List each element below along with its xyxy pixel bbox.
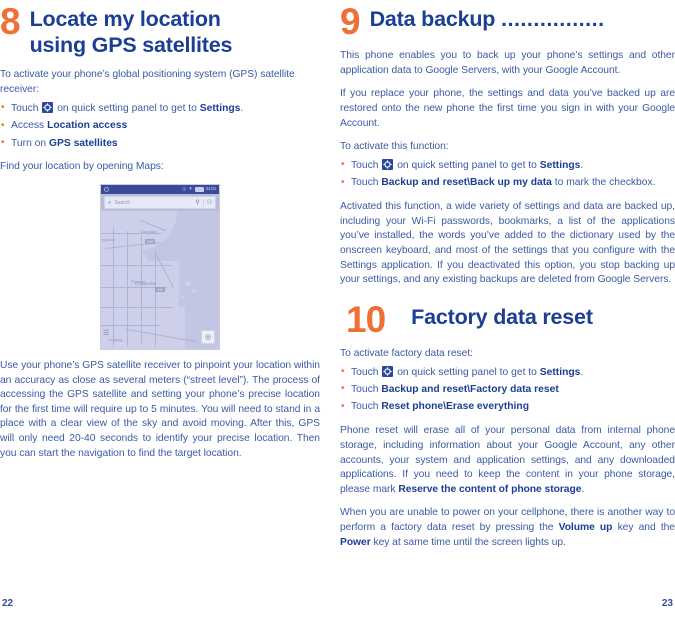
map-place-label: Chuansha bbox=[135, 281, 156, 287]
bullet-mid: on quick setting panel to get to bbox=[54, 102, 200, 114]
map-canvas[interactable]: G40 S20 ngzhou Gaoqiao Pudong Chuansha L… bbox=[101, 211, 219, 350]
maps-screenshot-figure: ◎ ▼ 21:01 ⌕ Search ⚲ ⚇ G40 S20 ngzhou Ga… bbox=[0, 184, 320, 351]
section-8-bullet-list: Touch on quick setting panel to get to S… bbox=[0, 101, 320, 152]
section-10-paragraph-1: Phone reset will erase all of your perso… bbox=[340, 424, 675, 497]
bullet-prefix: Touch bbox=[351, 383, 382, 395]
paragraph-bold: Power bbox=[340, 536, 371, 548]
section-9-paragraph-2: If you replace your phone, the settings … bbox=[340, 88, 675, 129]
map-place-label: Lugang bbox=[109, 337, 123, 343]
maps-app-screenshot: ◎ ▼ 21:01 ⌕ Search ⚲ ⚇ G40 S20 ngzhou Ga… bbox=[100, 184, 220, 351]
bullet-bold: GPS satellites bbox=[48, 137, 118, 149]
section-10-heading: 10 Factory data reset bbox=[340, 298, 675, 340]
section-9-bullet-list: Touch on quick setting panel to get to S… bbox=[340, 158, 675, 191]
bullet-bold: Settings bbox=[539, 159, 581, 171]
toolbar-divider bbox=[202, 198, 204, 207]
list-item: Touch on quick setting panel to get to S… bbox=[340, 158, 675, 174]
bullet-bold: Backup and reset\Factory data reset bbox=[381, 383, 559, 395]
list-item: Touch Reset phone\Erase everything bbox=[340, 400, 675, 415]
section-9-number: 9 bbox=[340, 1, 361, 42]
bullet-suffix: . bbox=[580, 159, 584, 171]
bullet-mid: on quick setting panel to get to bbox=[394, 159, 540, 171]
battery-icon bbox=[194, 187, 204, 192]
section-10-paragraph-2: When you are unable to power on your cel… bbox=[340, 506, 675, 550]
paragraph-text-end: . bbox=[581, 483, 585, 495]
list-item: Touch Backup and reset\Factory data rese… bbox=[340, 382, 675, 398]
map-place-label: ngzhou bbox=[102, 237, 116, 243]
right-page: 9 Data backup ................ This phon… bbox=[340, 0, 675, 617]
status-bar-left bbox=[104, 187, 109, 193]
section-8-number: 8 bbox=[0, 1, 21, 42]
search-icon: ⌕ bbox=[108, 199, 112, 206]
bullet-mid: on quick setting panel to get to bbox=[394, 366, 540, 378]
location-icon: ◎ bbox=[182, 186, 187, 192]
list-item: Turn on GPS satellites bbox=[0, 136, 320, 152]
bullet-bold: Location access bbox=[47, 120, 128, 132]
bullet-prefix: Touch bbox=[11, 102, 42, 114]
section-10-number: 10 bbox=[346, 298, 386, 340]
paragraph-text-end: key at same time until the screen lights… bbox=[370, 536, 566, 548]
page-number-left: 22 bbox=[2, 598, 14, 609]
bullet-prefix: Access bbox=[11, 120, 48, 132]
section-9-title: Data backup ................ bbox=[370, 4, 605, 32]
highway-badge: G40 bbox=[145, 239, 156, 245]
map-place-label: Gaoqiao bbox=[141, 229, 157, 235]
bullet-prefix: Turn on bbox=[11, 137, 49, 149]
list-item: Touch on quick setting panel to get to S… bbox=[0, 101, 320, 117]
status-bar-right: ◎ ▼ 21:01 bbox=[182, 187, 216, 192]
highway-badge: S20 bbox=[155, 287, 166, 293]
left-page: 8 Locate my location using GPS satellite… bbox=[0, 0, 340, 617]
section-9-activate-label: To activate this function: bbox=[340, 141, 449, 153]
bullet-bold: Backup and reset\Back up my data bbox=[381, 177, 552, 189]
screenshot-status-bar: ◎ ▼ 21:01 bbox=[101, 185, 219, 195]
section-10-bullet-list: Touch on quick setting panel to get to S… bbox=[340, 365, 675, 416]
person-icon[interactable]: ⚇ bbox=[207, 200, 212, 206]
bullet-suffix: to mark the checkbox. bbox=[551, 177, 656, 189]
section-8-heading: 8 Locate my location using GPS satellite… bbox=[0, 1, 320, 58]
map-search-bar[interactable]: ⌕ Search ⚲ ⚇ bbox=[104, 196, 216, 210]
section-8-after-bullets: Find your location by opening Maps: bbox=[0, 161, 164, 173]
section-9-title-text: Data backup bbox=[369, 7, 501, 31]
section-8-closing-paragraph: Use your phone’s GPS satellite receiver … bbox=[0, 360, 320, 459]
bullet-bold: Settings bbox=[199, 102, 241, 114]
section-8-title-line1: Locate my location bbox=[29, 7, 221, 31]
section-10-activate-label: To activate factory data reset: bbox=[340, 347, 473, 359]
bullet-prefix: Touch bbox=[351, 159, 382, 171]
list-item: Access Location access bbox=[0, 119, 320, 134]
section-8-title-line2: using GPS satellites bbox=[29, 33, 233, 58]
status-bar-clock: 21:01 bbox=[205, 186, 216, 192]
layers-icon[interactable]: ☰ bbox=[103, 330, 109, 337]
section-8-intro: To activate your phone’s global position… bbox=[0, 69, 295, 96]
page-number-right: 23 bbox=[661, 598, 673, 609]
my-location-icon[interactable]: ◎ bbox=[201, 330, 215, 345]
section-9-title-dots: ................ bbox=[501, 7, 605, 31]
section-9-paragraph-3: Activated this function, a wide variety … bbox=[340, 201, 675, 286]
bullet-suffix: . bbox=[580, 366, 584, 378]
bullet-prefix: Touch bbox=[351, 366, 382, 378]
manual-page-spread: 8 Locate my location using GPS satellite… bbox=[0, 0, 675, 617]
gear-icon bbox=[42, 101, 54, 113]
paragraph-bold: Reserve the content of phone storage bbox=[398, 483, 582, 495]
list-item: Touch Backup and reset\Back up my data t… bbox=[340, 176, 675, 191]
bullet-suffix: . bbox=[240, 102, 244, 114]
notification-dot-icon bbox=[104, 187, 109, 193]
search-input[interactable]: Search bbox=[114, 200, 192, 206]
list-item: Touch on quick setting panel to get to S… bbox=[340, 365, 675, 381]
bullet-prefix: Touch bbox=[351, 401, 382, 413]
bullet-bold: Reset phone\Erase everything bbox=[381, 401, 529, 413]
bullet-prefix: Touch bbox=[351, 177, 382, 189]
paragraph-bold: Volume up bbox=[558, 521, 613, 533]
section-8-title: Locate my location using GPS satellites bbox=[30, 4, 233, 58]
gear-icon bbox=[382, 158, 394, 170]
bullet-bold: Settings bbox=[539, 366, 581, 378]
section-9-heading: 9 Data backup ................ bbox=[340, 1, 675, 42]
gear-icon bbox=[382, 365, 394, 377]
directions-icon[interactable]: ⚲ bbox=[195, 200, 199, 206]
section-9-paragraph-1: This phone enables you to back up your p… bbox=[340, 50, 675, 76]
section-10-title: Factory data reset bbox=[411, 304, 593, 329]
paragraph-mid: key and the bbox=[612, 521, 675, 533]
wifi-icon: ▼ bbox=[188, 186, 193, 192]
